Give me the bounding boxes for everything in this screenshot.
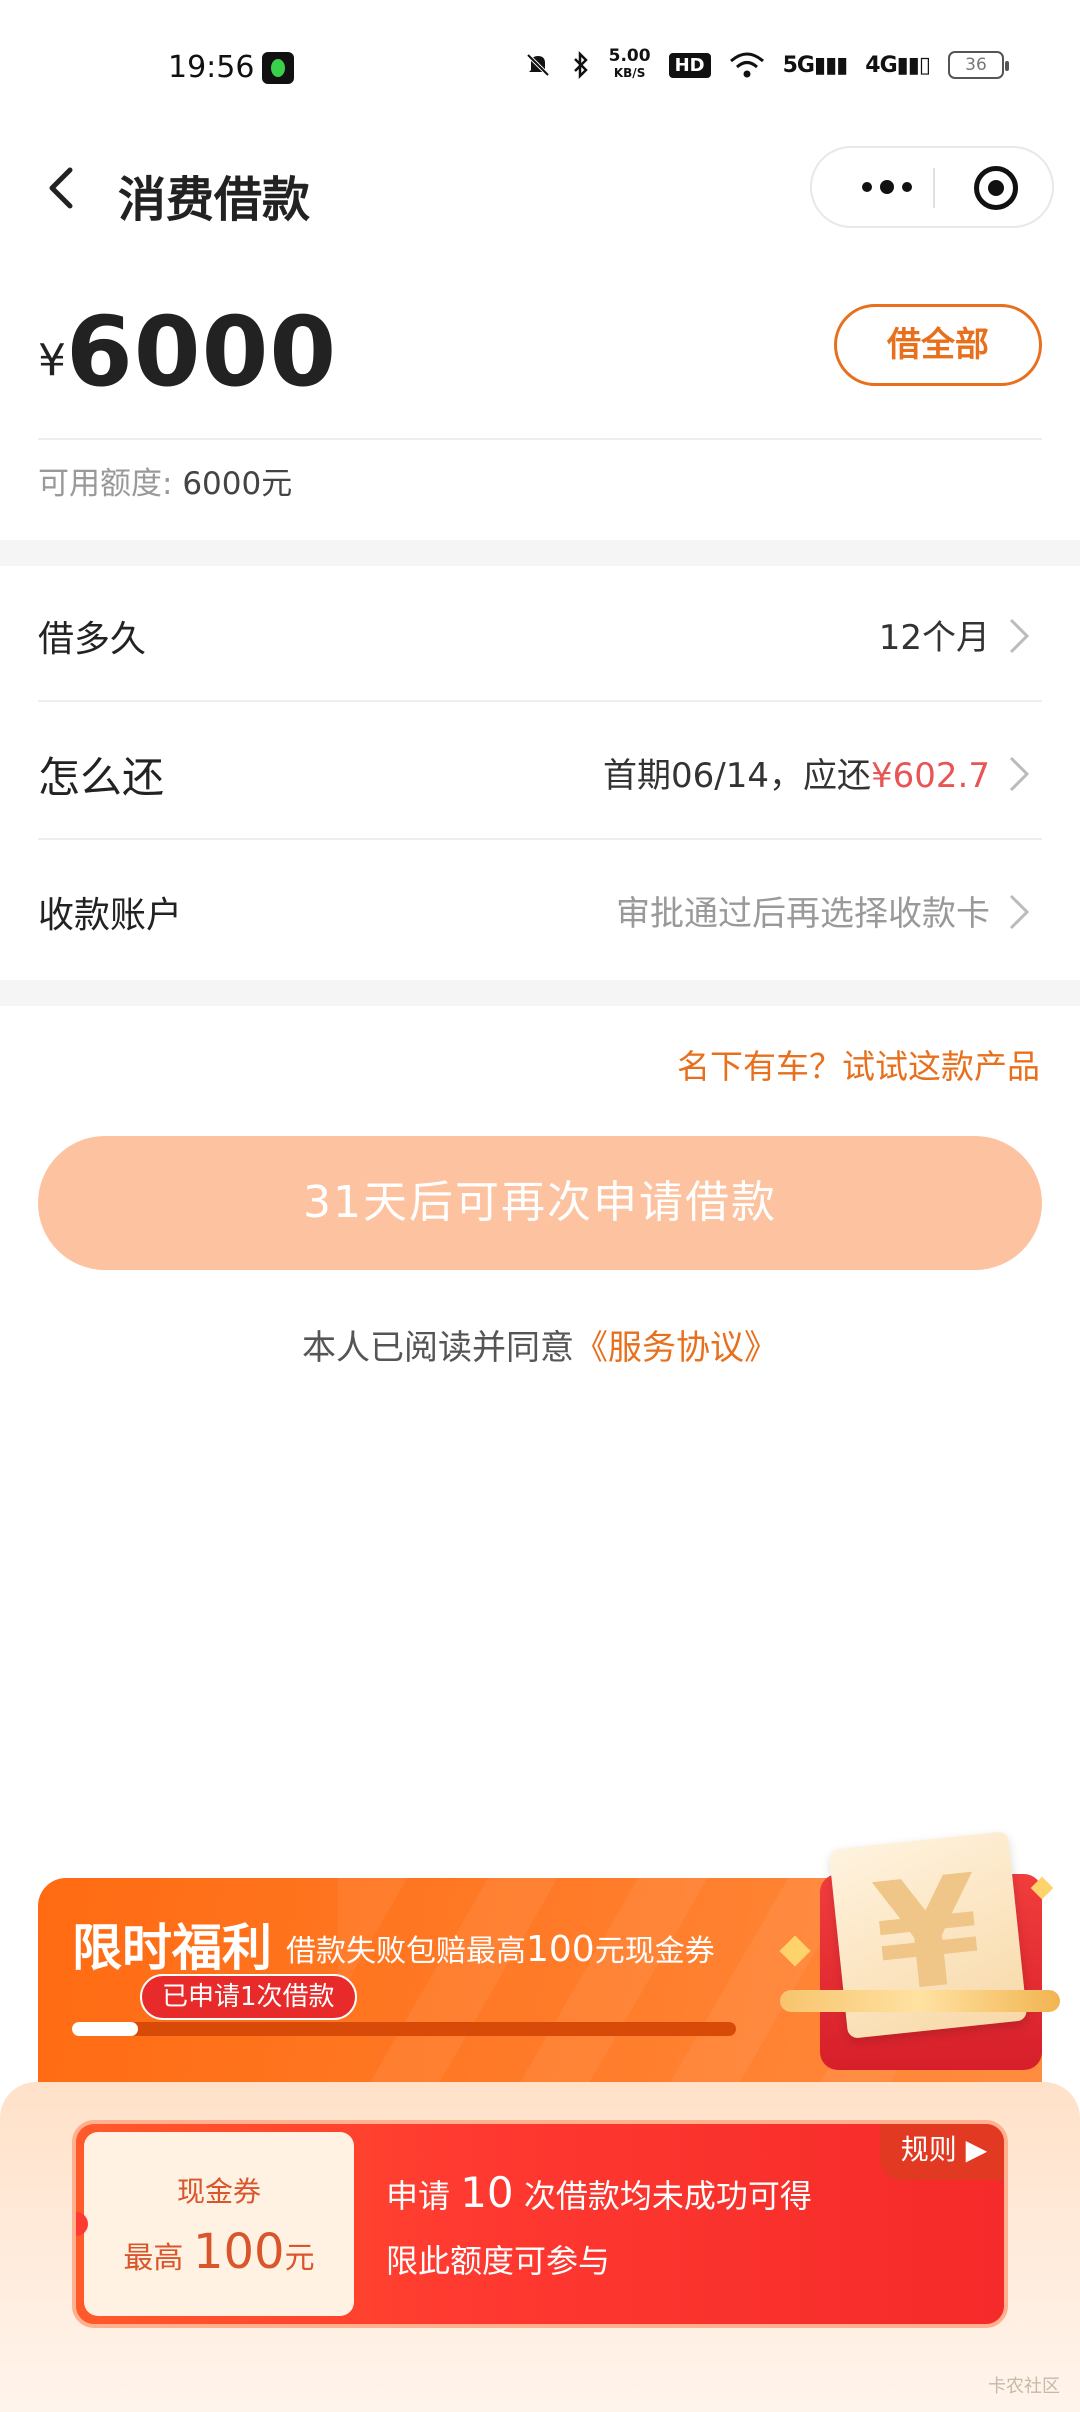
row-label: 借多久 bbox=[38, 619, 147, 660]
more-dots-icon[interactable] bbox=[842, 148, 932, 226]
receiving-account-row[interactable]: 收款账户 审批通过后再选择收款卡 bbox=[38, 842, 1042, 978]
promo-subtitle: 借款失败包赔最高100元现金券 bbox=[286, 1929, 715, 1970]
apply-loan-button[interactable]: 31天后可再次申请借款 bbox=[38, 1136, 1042, 1270]
currency-symbol: ¥ bbox=[38, 335, 66, 386]
chevron-right-icon bbox=[1009, 894, 1030, 930]
available-limit: 可用额度: 6000元 bbox=[38, 458, 292, 503]
mute-icon bbox=[526, 53, 550, 77]
car-product-link[interactable]: 名下有车？试试这款产品 bbox=[677, 1040, 1040, 1088]
status-icons: 5.00 KB/S HD 5G▮▮▮ 4G▮▮▯ 36 bbox=[523, 46, 1009, 82]
section-gap bbox=[0, 980, 1080, 1006]
agreement-prefix: 本人已阅读并同意 bbox=[302, 1328, 574, 1368]
repayment-row[interactable]: 怎么还 首期06/14，应还¥602.7 bbox=[38, 704, 1042, 840]
bluetooth-icon bbox=[573, 50, 588, 80]
loan-term-row[interactable]: 借多久 12个月 bbox=[38, 566, 1042, 702]
coupon-scope: 限此额度可参与 bbox=[386, 2242, 611, 2280]
row-label: 怎么还 bbox=[38, 753, 165, 802]
app-icon bbox=[262, 52, 294, 84]
limit-value: 6000元 bbox=[182, 466, 293, 502]
chevron-right-icon bbox=[1009, 756, 1030, 792]
row-label: 收款账户 bbox=[38, 895, 183, 936]
sparkle-icon bbox=[779, 1935, 811, 1967]
repay-amount: ¥602.7 bbox=[871, 756, 990, 796]
back-chevron-icon[interactable] bbox=[40, 164, 88, 212]
coupon-condition: 申请 10 次借款均未成功可得 bbox=[386, 2168, 812, 2217]
signal-4g: 4G▮▮▯ bbox=[865, 52, 931, 78]
loan-amount[interactable]: ¥6000 bbox=[38, 296, 337, 408]
row-value: 首期06/14，应还¥602.7 bbox=[603, 756, 990, 796]
nav-bar: 消费借款 bbox=[0, 140, 1080, 240]
rules-button[interactable]: 规则 ▶ bbox=[880, 2124, 1004, 2180]
cash-coupon-card[interactable]: 现金券 最高 100元 申请 10 次借款均未成功可得 限此额度可参与 规则 ▶ bbox=[72, 2120, 1008, 2328]
hd-badge: HD bbox=[668, 52, 711, 78]
progress-fill bbox=[72, 2022, 139, 2036]
agreement-text: 本人已阅读并同意《服务协议》 bbox=[0, 1320, 1080, 1369]
status-bar: 19:56 5.00 KB/S HD 5G▮▮▮ 4G▮▮▯ 36 bbox=[0, 0, 1080, 140]
watermark: 卡农社区 bbox=[988, 2376, 1060, 2397]
amount-value: 6000 bbox=[66, 296, 338, 408]
wifi-icon bbox=[729, 52, 764, 78]
promo-title: 限时福利 bbox=[72, 1919, 272, 1977]
envelope-band bbox=[780, 1990, 1060, 2012]
promo-progress-bar bbox=[72, 2022, 736, 2036]
service-agreement-link[interactable]: 《服务协议》 bbox=[574, 1328, 778, 1368]
coupon-type: 现金券 bbox=[176, 2175, 261, 2208]
row-value: 12个月 bbox=[878, 618, 990, 658]
coupon-max: 最高 100元 bbox=[123, 2224, 315, 2280]
coupon-value-panel: 现金券 最高 100元 bbox=[84, 2132, 354, 2316]
net-speed: 5.00 KB/S bbox=[608, 46, 651, 81]
borrow-all-button[interactable]: 借全部 bbox=[834, 304, 1042, 386]
chevron-right-icon bbox=[1009, 618, 1030, 654]
page-title: 消费借款 bbox=[118, 172, 311, 228]
signal-5g: 5G▮▮▮ bbox=[782, 52, 849, 78]
divider bbox=[38, 438, 1042, 440]
battery-icon: 36 bbox=[948, 51, 1009, 79]
miniapp-capsule bbox=[810, 146, 1054, 228]
target-icon[interactable] bbox=[974, 166, 1018, 210]
applied-count-badge: 已申请1次借款 bbox=[140, 1974, 357, 2020]
limit-label: 可用额度: bbox=[38, 466, 173, 502]
red-envelope-icon: ¥ bbox=[779, 1831, 1060, 2070]
status-time: 19:56 bbox=[168, 50, 255, 85]
row-value: 审批通过后再选择收款卡 bbox=[616, 894, 990, 934]
capsule-divider bbox=[933, 168, 935, 208]
section-gap bbox=[0, 540, 1080, 566]
